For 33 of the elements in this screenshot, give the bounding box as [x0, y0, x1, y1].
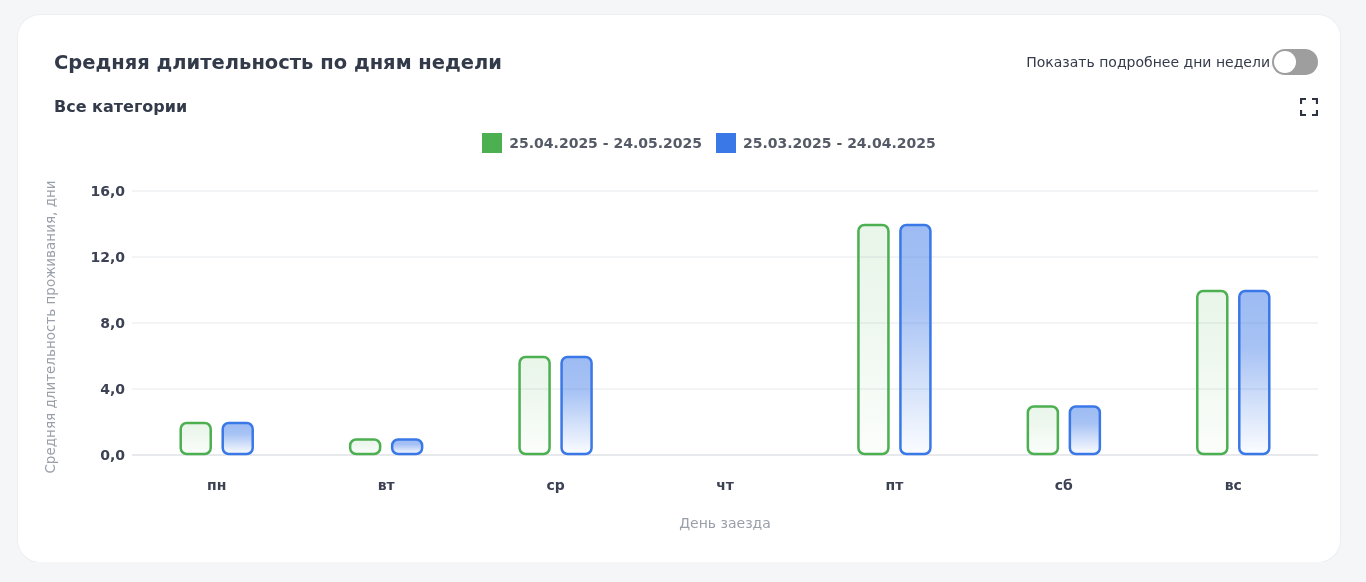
legend-label[interactable]: 25.03.2025 - 24.04.2025 [743, 135, 936, 151]
bar[interactable] [390, 438, 424, 456]
bar[interactable] [899, 223, 932, 456]
bar[interactable] [179, 421, 212, 456]
x-tick-label: пн [207, 477, 227, 493]
bar[interactable] [560, 355, 593, 456]
legend-label[interactable]: 25.04.2025 - 24.05.2025 [509, 135, 702, 151]
y-tick-label: 8,0 [100, 315, 125, 331]
bar[interactable] [1238, 289, 1271, 456]
bar[interactable] [348, 438, 382, 456]
bar[interactable] [221, 421, 254, 456]
toggle-label: Показать подробнее дни недели [1026, 54, 1270, 70]
bar[interactable] [1026, 405, 1060, 456]
y-tick-label: 16,0 [90, 183, 125, 199]
x-tick-label: сб [1054, 477, 1073, 493]
x-axis-title: День заезда [679, 515, 771, 531]
bar[interactable] [857, 223, 890, 456]
x-tick-label: чт [716, 477, 734, 493]
y-tick-label: 4,0 [100, 381, 125, 397]
x-tick-label: вт [377, 477, 395, 493]
chart-subtitle: Все категории [54, 97, 188, 116]
x-tick-label: вс [1224, 477, 1242, 493]
y-tick-label: 12,0 [90, 249, 125, 265]
y-axis-title: Средняя длительность проживания, дни [42, 180, 58, 474]
bar[interactable] [1196, 289, 1229, 456]
x-tick-label: пт [885, 477, 904, 493]
card-title: Средняя длительность по дням недели [54, 50, 502, 74]
y-tick-label: 0,0 [100, 447, 125, 463]
bar[interactable] [1068, 405, 1102, 456]
fullscreen-icon[interactable] [1300, 97, 1318, 116]
x-tick-label: ср [546, 477, 565, 493]
bar[interactable] [518, 355, 551, 456]
toggle-switch[interactable] [1272, 49, 1318, 75]
